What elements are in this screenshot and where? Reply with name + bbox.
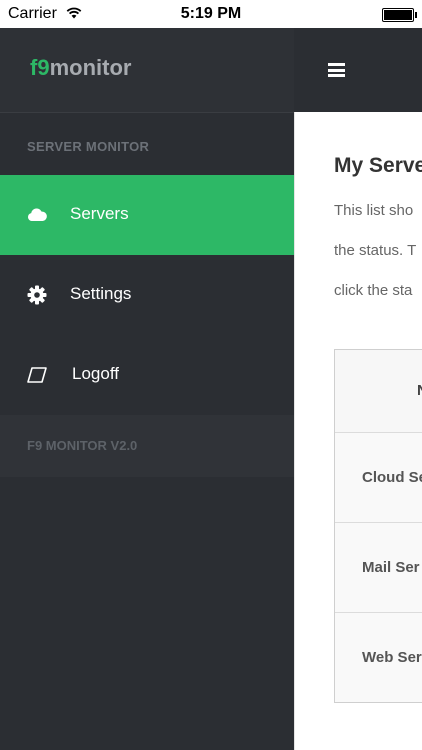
- content-area: My Serve This list sho the status. T cli…: [294, 112, 422, 750]
- server-name: Web Ser: [362, 649, 422, 666]
- logoff-icon: [27, 367, 47, 383]
- sidebar-item-logoff[interactable]: Logoff: [0, 335, 294, 415]
- sidebar-item-label: Logoff: [72, 364, 119, 383]
- main-panel: My Serve This list sho the status. T cli…: [294, 28, 422, 750]
- sidebar: f9monitor SERVER MONITOR Servers Setting…: [0, 28, 294, 750]
- table-row[interactable]: Mail Ser: [335, 523, 422, 613]
- server-name: Mail Ser: [362, 559, 420, 576]
- server-name: Cloud Se: [362, 469, 422, 486]
- table-row[interactable]: Cloud Se: [335, 433, 422, 523]
- brand-header: f9monitor: [0, 28, 294, 113]
- sidebar-item-servers[interactable]: Servers: [0, 175, 294, 255]
- cloud-icon: [27, 208, 47, 221]
- sidebar-item-label: Settings: [70, 284, 132, 303]
- status-bar: Carrier 5:19 PM: [0, 0, 422, 28]
- sidebar-section-title: SERVER MONITOR: [27, 139, 150, 154]
- server-table: N Cloud Se Mail Ser Web Ser: [334, 349, 422, 703]
- description-line: This list sho: [334, 202, 414, 219]
- table-row[interactable]: Web Ser: [335, 613, 422, 702]
- column-header-name: N: [417, 382, 422, 399]
- top-bar: [294, 28, 422, 112]
- sidebar-item-settings[interactable]: Settings: [0, 255, 294, 335]
- hamburger-menu-icon[interactable]: [328, 63, 345, 77]
- clock: 5:19 PM: [180, 5, 242, 22]
- battery-icon: [382, 8, 417, 22]
- app-logo[interactable]: f9monitor: [30, 55, 131, 81]
- page-title: My Serve: [334, 154, 422, 177]
- version-label: F9 MONITOR V2.0: [0, 415, 294, 477]
- sidebar-item-label: Servers: [70, 204, 129, 223]
- table-header: N: [335, 350, 422, 433]
- description-line: the status. T: [334, 242, 417, 259]
- description-line: click the sta: [334, 282, 413, 299]
- gear-icon: [27, 285, 47, 305]
